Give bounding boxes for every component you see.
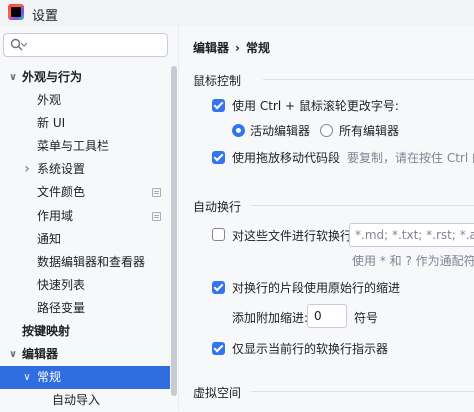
- sidebar-item[interactable]: ∨ 外观与行为: [0, 66, 170, 89]
- ctrl-wheel-zoom-label: 使用 Ctrl + 鼠标滚轮更改字号:: [232, 99, 399, 113]
- wrap-patterns-hint: 使用 * 和 ? 作为通配符,: [352, 254, 474, 268]
- ctrl-wheel-zoom-checkbox[interactable]: [212, 99, 225, 112]
- sidebar-item[interactable]: 通知: [0, 228, 170, 251]
- wrap-files-label: 对这些文件进行软换行:: [232, 229, 357, 243]
- zoom-all-editors-radio[interactable]: [320, 124, 333, 137]
- drag-move-code-label: 使用拖放移动代码段: [232, 151, 341, 165]
- show-wrap-indicator-label: 仅显示当前行的软换行指示器: [232, 342, 389, 356]
- sidebar-item[interactable]: 菜单与工具栏: [0, 135, 170, 158]
- sidebar-item-label: 新 UI: [37, 116, 66, 131]
- extra-indent-input[interactable]: 0: [307, 304, 347, 328]
- zoom-active-editor-radio[interactable]: [232, 124, 245, 137]
- settings-tree: ∨ 外观与行为外观新 UI 菜单与工具栏 › 系统设置文件颜色作用域通知数据编辑器和查看…: [0, 66, 170, 412]
- sidebar-item[interactable]: 数据编辑器和查看器: [0, 251, 170, 274]
- sidebar-item-label: 常规: [37, 370, 62, 385]
- sidebar-item-label: 文件颜色: [37, 185, 86, 200]
- sidebar-item-label: 通知: [37, 231, 62, 246]
- section-divider: [251, 391, 474, 392]
- sidebar-item-label: 作用域: [37, 208, 74, 223]
- window-title: 设置: [32, 9, 59, 24]
- use-original-indent-checkbox[interactable]: [212, 281, 225, 294]
- section-divider: [263, 79, 474, 80]
- sidebar-item[interactable]: 快速列表: [0, 274, 170, 297]
- zoom-active-editor-label: 活动编辑器: [250, 124, 311, 138]
- sidebar-item-label: 系统设置: [37, 162, 86, 177]
- settings-content: 编辑器 › 常规 鼠标控制 使用 Ctrl + 鼠标滚轮更改字号: 活动编辑器 所有…: [179, 26, 474, 411]
- sidebar-item-label: 按键映射: [22, 324, 71, 339]
- sidebar-item-label: 自动导入: [52, 393, 101, 408]
- chevron-down-icon[interactable]: ∨: [8, 66, 18, 89]
- sidebar-item-label: 编辑器: [22, 347, 59, 362]
- sidebar-item[interactable]: 新 UI: [0, 112, 170, 135]
- wrap-file-patterns-field[interactable]: *.md; *.txt; *.rst; *.adoc: [349, 223, 474, 247]
- settings-sidebar: ∨ 外观与行为外观新 UI 菜单与工具栏 › 系统设置文件颜色作用域通知数据编辑器和查看…: [0, 26, 178, 411]
- search-input[interactable]: [32, 36, 162, 54]
- use-original-indent-label: 对换行的片段使用原始行的缩进: [232, 281, 401, 295]
- zoom-all-editors-label: 所有编辑器: [339, 124, 400, 138]
- sidebar-item-label: 外观: [37, 93, 62, 108]
- breadcrumb-current: 常规: [245, 41, 270, 55]
- drag-copy-hint: 要复制，请在按住 Ctrl 的: [347, 151, 474, 165]
- sidebar-item[interactable]: ∨ 常规: [0, 366, 170, 390]
- search-box[interactable]: [3, 33, 168, 57]
- sidebar-item[interactable]: 按键映射: [0, 320, 170, 343]
- breadcrumb: 编辑器 › 常规: [193, 39, 270, 56]
- project-level-icon: [152, 211, 161, 221]
- search-history-chevron-icon[interactable]: [21, 43, 27, 47]
- drag-move-code-checkbox[interactable]: [212, 151, 225, 164]
- sidebar-item[interactable]: 路径变量: [0, 297, 170, 320]
- chevron-down-icon[interactable]: ∨: [22, 366, 32, 389]
- sidebar-item-label: 外观与行为: [22, 70, 83, 84]
- sidebar-item-label: 菜单与工具栏: [37, 139, 110, 154]
- breadcrumb-separator: ›: [235, 41, 240, 55]
- sidebar-item-label: 数据编辑器和查看器: [37, 254, 146, 269]
- project-level-icon: [152, 188, 161, 198]
- app-logo-icon: [8, 4, 24, 20]
- mouse-control-section-title: 鼠标控制: [193, 74, 242, 88]
- sidebar-item[interactable]: 作用域: [0, 205, 170, 228]
- section-divider: [251, 205, 474, 206]
- sidebar-item[interactable]: 外观: [0, 89, 170, 112]
- title-bar: 设置: [0, 0, 474, 26]
- extra-indent-label: 添加附加缩进:: [232, 311, 309, 325]
- breadcrumb-parent[interactable]: 编辑器: [193, 41, 229, 55]
- virtual-space-section-title: 虚拟空间: [193, 386, 242, 400]
- sidebar-item[interactable]: 自动导入: [0, 389, 170, 412]
- sidebar-item[interactable]: 文件颜色: [0, 181, 170, 204]
- sidebar-item[interactable]: ∨ 编辑器: [0, 343, 170, 366]
- show-wrap-indicator-checkbox[interactable]: [212, 342, 225, 355]
- wrap-files-checkbox[interactable]: [212, 228, 225, 241]
- sidebar-item-label: 路径变量: [37, 300, 86, 315]
- sidebar-item-label: 快速列表: [37, 277, 86, 292]
- chevron-down-icon[interactable]: ∨: [8, 343, 18, 366]
- chevron-right-icon[interactable]: ›: [22, 158, 32, 181]
- soft-wraps-section-title: 自动换行: [193, 200, 242, 214]
- sidebar-item[interactable]: › 系统设置: [0, 158, 170, 181]
- sidebar-scrollbar[interactable]: [171, 66, 177, 396]
- extra-indent-unit: 符号: [354, 311, 379, 325]
